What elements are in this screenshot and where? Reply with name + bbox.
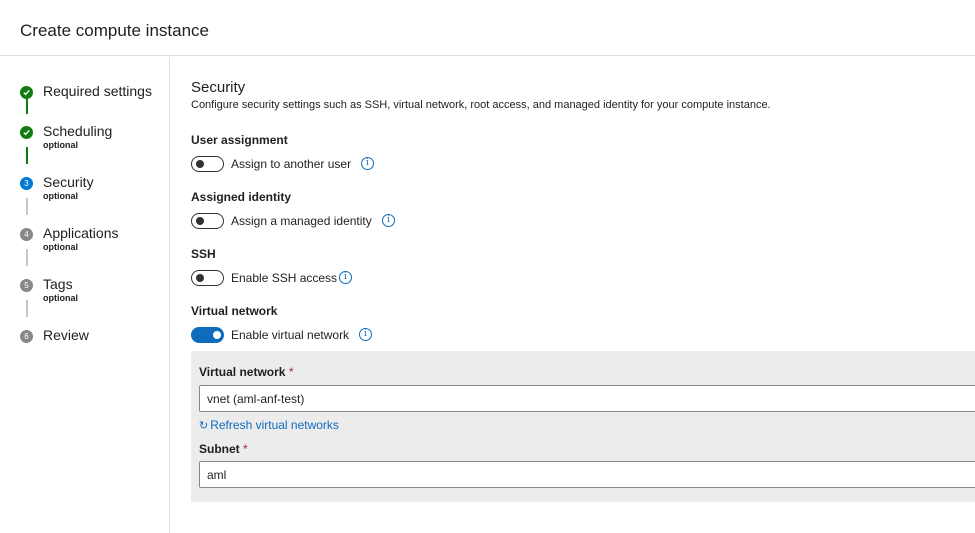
subnet-label-text: Subnet [199,442,240,456]
assigned-identity-row: Assign a managed identity i [191,213,401,231]
step-optional-label: optional [43,140,78,150]
checkmark-icon [20,126,33,139]
vnet-field-label: Virtual network * [199,365,293,380]
vnet-select[interactable]: vnet (aml-anf-test) [199,385,975,412]
toggle-label: Enable SSH access [231,271,338,285]
section-description: Configure security settings such as SSH,… [191,99,771,111]
step-optional-label: optional [43,293,78,303]
step-review[interactable]: 6 Review [0,323,169,363]
toggle-label: Enable virtual network [231,328,350,342]
info-icon[interactable]: i [361,157,374,170]
subnet-field-label: Subnet * [199,442,248,457]
step-connector [26,300,28,317]
step-optional-label: optional [43,191,78,201]
step-number-badge: 3 [20,177,33,190]
toggle-knob [213,331,221,339]
step-connector [26,198,28,215]
managed-identity-toggle[interactable] [191,213,224,229]
section-title: Security [191,79,246,96]
ssh-toggle[interactable] [191,270,224,286]
user-assignment-label: User assignment [191,133,288,147]
step-label: Security [43,174,94,190]
ssh-label: SSH [191,247,216,261]
subnet-select[interactable]: aml [199,461,975,488]
step-number-badge: 6 [20,330,33,343]
step-label: Scheduling [43,123,113,139]
step-connector [26,147,28,164]
virtual-network-row: Enable virtual network i [191,327,381,345]
toggle-label: Assign a managed identity [231,214,372,228]
virtual-network-label: Virtual network [191,304,278,318]
toggle-knob [196,160,204,168]
step-label: Required settings [43,83,152,99]
toggle-knob [196,274,204,282]
step-number-badge: 4 [20,228,33,241]
required-marker: * [243,442,248,456]
step-connector [26,96,28,114]
refresh-virtual-networks-link[interactable]: ↻ Refresh virtual networks [199,418,339,434]
toggle-label: Assign to another user [231,157,352,171]
ssh-row: Enable SSH access i [191,270,361,288]
info-icon[interactable]: i [339,271,352,284]
info-icon[interactable]: i [359,328,372,341]
required-marker: * [288,365,294,379]
step-connector [26,249,28,266]
user-assignment-row: Assign to another user i [191,156,391,174]
step-number-badge: 5 [20,279,33,292]
step-label: Tags [43,276,73,292]
wizard-steps: Required settings Scheduling optional 3 … [0,57,170,533]
virtual-network-toggle[interactable] [191,327,224,343]
step-optional-label: optional [43,242,78,252]
subnet-select-value: aml [207,468,227,482]
step-label: Applications [43,225,119,241]
refresh-icon: ↻ [199,420,209,432]
security-section: Security Configure security settings suc… [191,57,975,533]
toggle-knob [196,217,204,225]
virtual-network-panel: Virtual network * vnet (aml-anf-test) ↻ R… [191,351,975,502]
info-icon[interactable]: i [382,214,395,227]
assign-user-toggle[interactable] [191,156,224,172]
page-title: Create compute instance [20,21,209,40]
refresh-link-label: Refresh virtual networks [210,418,339,432]
vnet-select-value: vnet (aml-anf-test) [207,392,305,406]
page-header: Create compute instance [0,0,975,56]
step-label: Review [43,327,89,343]
assigned-identity-label: Assigned identity [191,190,292,204]
vnet-label-text: Virtual network [199,365,286,379]
